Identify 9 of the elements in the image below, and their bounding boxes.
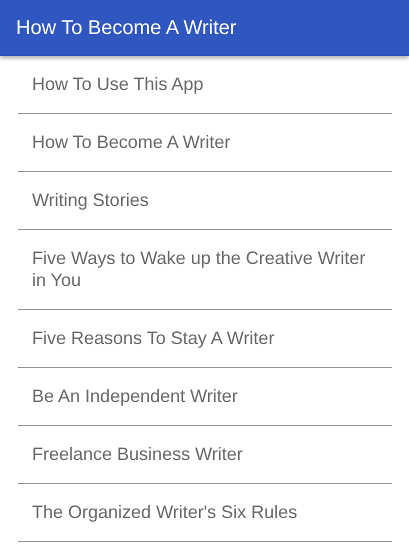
list-item[interactable]: Five Reasons To Stay A Writer (18, 310, 392, 368)
list-item[interactable]: How To Become A Writer (18, 114, 392, 172)
list-item[interactable]: The Organized Writer's Six Rules (18, 484, 392, 542)
list-item[interactable]: Be An Independent Writer (18, 368, 392, 426)
list-item[interactable]: Writing Stories (18, 172, 392, 230)
list-item[interactable]: How To Use This App (18, 56, 392, 114)
list-item[interactable]: Five Ways to Wake up the Creative Writer in You (18, 230, 392, 310)
list-item[interactable]: Freelance Business Writer (18, 426, 392, 484)
app-bar-title: How To Become A Writer (16, 16, 236, 41)
